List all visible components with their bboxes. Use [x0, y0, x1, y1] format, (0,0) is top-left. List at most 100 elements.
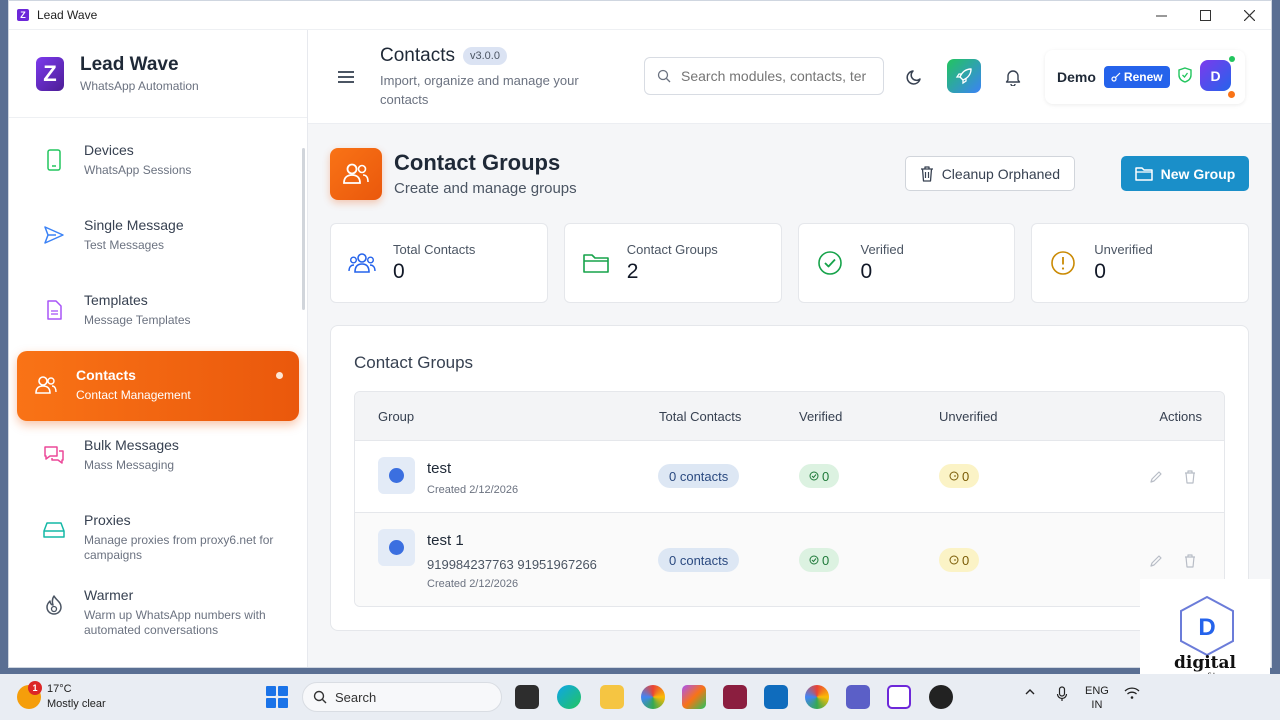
sidebar-item-contacts[interactable]: Contacts Contact Management [17, 351, 299, 421]
sidebar-item-single-message[interactable]: Single Message Test Messages [17, 201, 299, 276]
search-box[interactable] [644, 57, 884, 95]
clock-icon [949, 471, 959, 481]
verified-badge: 0 [799, 464, 840, 488]
chrome-icon[interactable] [641, 685, 665, 709]
sidebar-scrollbar[interactable] [302, 148, 305, 310]
column-header-total: Total Contacts [659, 409, 742, 424]
winrar-icon[interactable] [723, 685, 747, 709]
send-icon [42, 223, 66, 247]
unverified-count: 0 [962, 552, 970, 568]
delete-icon[interactable] [1182, 469, 1198, 485]
sidebar-nav: Devices WhatsApp Sessions Single Message… [9, 118, 307, 646]
lead-wave-taskbar-icon[interactable] [887, 685, 911, 709]
watermark-hexagon-icon: D [1180, 595, 1234, 657]
stat-card-contact-groups: Contact Groups 2 [563, 223, 782, 303]
teams-icon[interactable] [846, 685, 870, 709]
section-subtitle: Create and manage groups [394, 180, 577, 197]
microphone-icon[interactable] [1056, 686, 1068, 705]
rocket-button[interactable] [947, 59, 981, 93]
copilot-icon[interactable] [682, 685, 706, 709]
dark-mode-icon[interactable] [905, 67, 925, 87]
section-header: Contact Groups Create and manage groups … [330, 146, 1249, 202]
sidebar-item-templates[interactable]: Templates Message Templates [17, 276, 299, 351]
close-button[interactable] [1227, 1, 1271, 30]
obs-icon[interactable] [929, 685, 953, 709]
windows-start-icon[interactable] [266, 686, 288, 708]
renew-button[interactable]: Renew [1103, 66, 1170, 88]
verified-badge: 0 [799, 548, 840, 572]
sidebar-item-title: Bulk Messages [84, 437, 179, 453]
stat-value: 0 [860, 260, 873, 283]
user-panel: Demo Renew D [1045, 50, 1245, 104]
search-icon [313, 690, 327, 704]
taskbar-search[interactable]: Search [302, 682, 502, 712]
maximize-button[interactable] [1183, 1, 1227, 30]
group-color-icon [378, 529, 415, 566]
stats-row: Total Contacts 0 Contact Groups 2 Verifi… [330, 223, 1249, 303]
wifi-icon[interactable] [1124, 686, 1140, 703]
task-view-icon[interactable] [515, 685, 539, 709]
renew-label: Renew [1123, 70, 1163, 84]
sidebar-item-subtitle: Message Templates [84, 313, 191, 327]
stat-label: Unverified [1094, 242, 1153, 257]
menu-icon[interactable] [338, 70, 354, 83]
stat-label: Total Contacts [393, 242, 476, 257]
minimize-button[interactable] [1139, 1, 1183, 30]
language-indicator[interactable]: ENG IN [1085, 684, 1109, 712]
column-header-unverified: Unverified [939, 409, 998, 424]
sidebar-item-subtitle: Manage proxies from proxy6.net for campa… [84, 533, 274, 562]
chrome-profile-icon[interactable] [805, 685, 829, 709]
avatar[interactable]: D [1200, 60, 1231, 91]
delete-icon[interactable] [1182, 553, 1198, 569]
language-code: ENG [1085, 685, 1109, 697]
search-input[interactable] [681, 68, 871, 84]
weather-widget[interactable]: 1 17°C Mostly clear [17, 681, 106, 712]
online-status-dot [1229, 56, 1235, 62]
stat-label: Contact Groups [626, 242, 718, 257]
sidebar-item-title: Proxies [84, 512, 131, 528]
window-title: Lead Wave [37, 8, 98, 22]
stat-value: 2 [626, 260, 639, 283]
new-group-button[interactable]: New Group [1121, 156, 1249, 191]
alert-status-dot [1228, 91, 1235, 98]
edge-browser-icon[interactable] [557, 685, 581, 709]
verified-count: 0 [822, 468, 830, 484]
close-icon [1243, 9, 1255, 21]
users-icon [34, 373, 58, 397]
unverified-count: 0 [962, 468, 970, 484]
sidebar-item-title: Contacts [76, 367, 136, 383]
brand-logo-icon: Z [36, 56, 64, 91]
document-icon [42, 298, 66, 322]
edit-icon[interactable] [1148, 469, 1164, 485]
stat-label: Verified [860, 242, 904, 257]
sidebar-item-subtitle: Contact Management [76, 388, 191, 402]
rocket-icon [955, 68, 972, 85]
stat-value: 0 [393, 260, 405, 283]
cleanup-orphaned-button[interactable]: Cleanup Orphaned [904, 156, 1075, 191]
chevron-up-icon[interactable] [1024, 686, 1036, 701]
card-title: Contact Groups [354, 353, 474, 372]
column-header-group: Group [378, 409, 415, 424]
table-row[interactable]: test 1 919984237763 91951967266 Created … [355, 513, 1224, 606]
table-header: Group Total Contacts Verified Unverified… [355, 392, 1224, 441]
outlook-icon[interactable] [764, 685, 788, 709]
search-icon [657, 69, 671, 83]
sidebar-item-warmer[interactable]: Warmer Warm up WhatsApp numbers with aut… [17, 571, 299, 646]
sidebar-item-title: Devices [84, 142, 134, 158]
new-group-label: New Group [1160, 165, 1236, 182]
taskbar: 1 17°C Mostly clear Search ENG IN [0, 674, 1280, 720]
file-explorer-icon[interactable] [600, 685, 624, 709]
shield-icon [1177, 66, 1192, 88]
edit-icon[interactable] [1148, 553, 1164, 569]
sidebar-item-devices[interactable]: Devices WhatsApp Sessions [17, 126, 299, 201]
maximize-icon [1199, 9, 1211, 21]
table-row[interactable]: test Created 2/12/2026 0 contacts 0 0 [355, 441, 1224, 513]
sidebar-item-proxies[interactable]: Proxies Manage proxies from proxy6.net f… [17, 496, 299, 571]
chat-icon [42, 443, 66, 467]
server-icon [42, 518, 66, 542]
bell-icon[interactable] [1003, 67, 1023, 87]
sidebar-item-bulk-messages[interactable]: Bulk Messages Mass Messaging [17, 421, 299, 496]
version-badge: v3.0.0 [462, 46, 507, 65]
sidebar-item-title: Templates [84, 292, 148, 308]
unverified-badge: 0 [939, 548, 980, 572]
